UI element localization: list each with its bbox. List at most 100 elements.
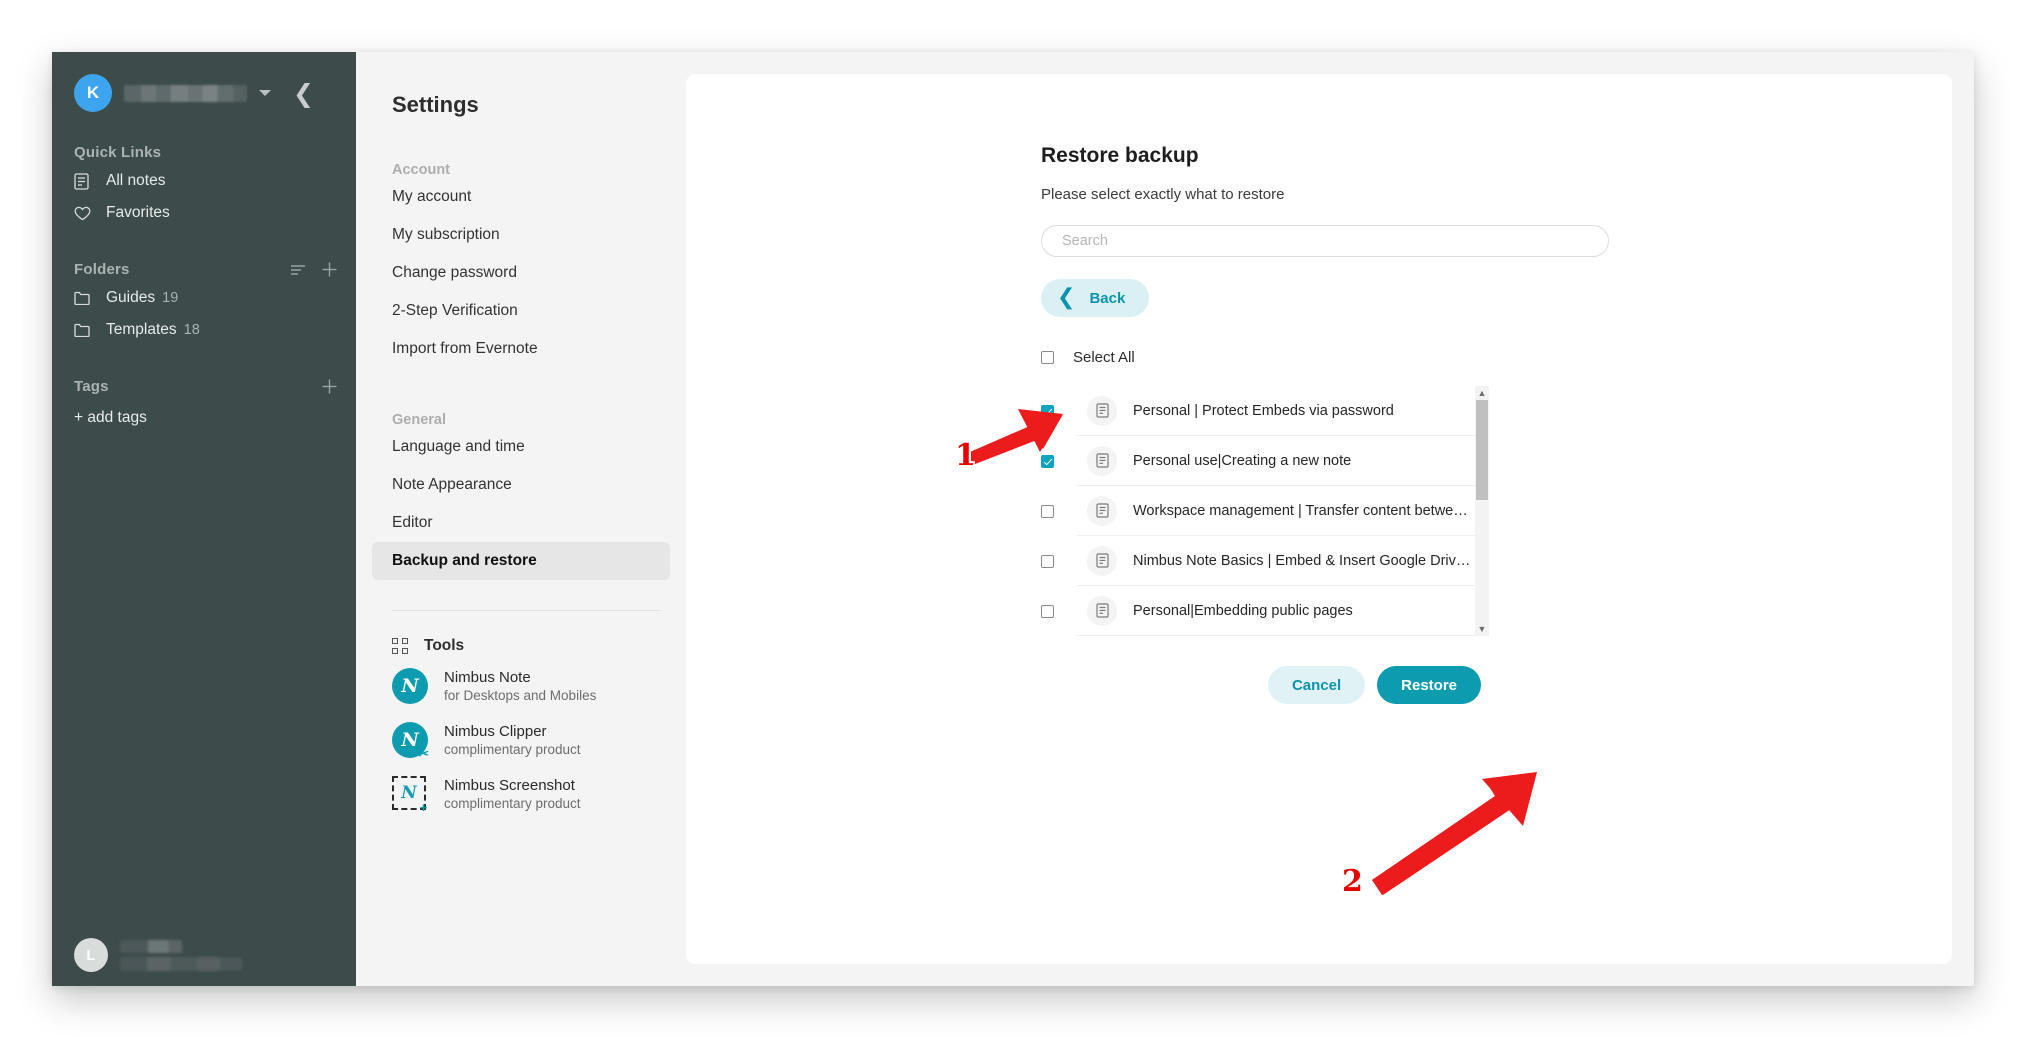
note-doc-icon — [1087, 395, 1117, 426]
scissors-badge-icon: ✂ — [418, 746, 429, 761]
restore-button[interactable]: Restore — [1377, 666, 1481, 704]
folder-icon — [74, 323, 96, 337]
note-checkbox-0[interactable] — [1041, 404, 1054, 418]
nav-item-backup-and-restore[interactable]: Backup and restore — [372, 542, 670, 580]
folders-heading: Folders — [74, 261, 130, 278]
tool-text: Nimbus Screenshot complimentary product — [444, 777, 581, 811]
scrollbar-thumb[interactable] — [1476, 400, 1488, 500]
quick-links-heading: Quick Links — [74, 144, 162, 161]
scroll-down-icon[interactable]: ▼ — [1478, 622, 1487, 636]
restore-backup-subtitle: Please select exactly what to restore — [1041, 186, 1285, 203]
nav-group-account-label: Account — [392, 162, 450, 178]
user-profile-footer[interactable]: L — [52, 938, 356, 972]
tool-text: Nimbus Clipper complimentary product — [444, 723, 581, 757]
nav-item-my-subscription[interactable]: My subscription — [356, 216, 670, 254]
page-title: Settings — [392, 92, 479, 117]
note-checkbox-3[interactable] — [1041, 554, 1054, 568]
sidebar: K ❮ Quick Links All notes Favorites Fold… — [52, 52, 356, 986]
nav-item-change-password[interactable]: Change password — [356, 254, 670, 292]
note-list-item[interactable]: Personal use|Creating a new note — [1077, 436, 1475, 486]
chevron-down-icon[interactable] — [259, 90, 271, 96]
select-all-row[interactable]: Select All — [1041, 349, 1621, 366]
user-name-masked — [120, 939, 182, 953]
note-title: Personal | Protect Embeds via password — [1133, 402, 1394, 419]
settings-nav: Settings Account My account My subscript… — [356, 52, 686, 986]
note-list-item[interactable]: Workspace management | Transfer content … — [1077, 486, 1475, 536]
scroll-up-icon[interactable]: ▲ — [1478, 386, 1487, 400]
note-list-scrollbar[interactable]: ▲ ▼ — [1475, 386, 1489, 636]
nimbus-clipper-icon: N ✂ — [392, 722, 429, 761]
folder-label: Guides — [106, 289, 156, 306]
note-checkbox-1[interactable] — [1041, 454, 1054, 468]
note-doc-icon — [1087, 495, 1117, 526]
note-checkbox-2[interactable] — [1041, 504, 1054, 518]
nav-item-my-account[interactable]: My account — [356, 178, 670, 216]
folder-count: 18 — [183, 322, 200, 338]
sidebar-item-label: Favorites — [106, 204, 170, 221]
note-list-scroller: Personal | Protect Embeds via password P… — [1077, 386, 1475, 636]
workspace-avatar: K — [74, 74, 112, 112]
user-avatar: L — [74, 938, 108, 972]
search-field[interactable] — [1041, 225, 1609, 257]
nimbus-screenshot-icon: N + — [392, 776, 428, 815]
sidebar-item-all-notes[interactable]: All notes — [52, 165, 356, 197]
action-buttons-row: Cancel Restore — [1041, 666, 1481, 704]
tags-header: Tags — [74, 378, 338, 395]
tool-name: Nimbus Screenshot — [444, 777, 575, 794]
restore-backup-title: Restore backup — [1041, 144, 1199, 167]
note-checkbox-cell[interactable] — [1041, 586, 1077, 636]
folder-label: Templates — [106, 321, 177, 338]
sidebar-item-favorites[interactable]: Favorites — [52, 197, 356, 229]
note-list-item[interactable]: Personal|Embedding public pages — [1077, 586, 1475, 636]
note-checkbox-cell[interactable] — [1041, 436, 1077, 486]
note-checkbox-cell[interactable] — [1041, 386, 1077, 436]
nav-item-language-and-time[interactable]: Language and time — [356, 428, 670, 466]
note-checkbox-cell[interactable] — [1041, 486, 1077, 536]
sort-folders-icon[interactable] — [290, 264, 307, 276]
add-tags-button[interactable]: + add tags — [52, 399, 356, 437]
nimbus-note-icon: N — [392, 668, 428, 704]
select-all-label: Select All — [1073, 349, 1135, 366]
tags-heading: Tags — [74, 378, 109, 395]
scrollbar-track[interactable] — [1475, 400, 1489, 622]
note-list-item[interactable]: Nimbus Note Basics | Embed & Insert Goog… — [1077, 536, 1475, 586]
note-list-item[interactable]: Personal | Protect Embeds via password — [1077, 386, 1475, 436]
collapse-sidebar-icon[interactable]: ❮ — [293, 81, 314, 106]
select-all-checkbox[interactable] — [1041, 351, 1054, 364]
note-icon — [74, 172, 96, 190]
app-window: K ❮ Quick Links All notes Favorites Fold… — [52, 52, 1974, 986]
note-title: Personal use|Creating a new note — [1133, 452, 1352, 469]
workspace-switcher[interactable]: K ❮ — [52, 52, 356, 112]
tool-nimbus-screenshot[interactable]: N + Nimbus Screenshot complimentary prod… — [356, 767, 686, 821]
note-checkbox-4[interactable] — [1041, 604, 1054, 618]
nav-item-2-step-verification[interactable]: 2-Step Verification — [356, 292, 670, 330]
sidebar-folder-templates[interactable]: Templates 18 — [52, 314, 356, 346]
folder-icon — [74, 291, 96, 305]
note-title: Personal|Embedding public pages — [1133, 602, 1353, 619]
back-button[interactable]: ❮ Back — [1041, 279, 1150, 317]
tool-name: Nimbus Clipper — [444, 723, 547, 740]
nav-item-editor[interactable]: Editor — [356, 504, 670, 542]
note-checkbox-cell[interactable] — [1041, 536, 1077, 586]
add-tag-icon[interactable] — [321, 378, 338, 395]
heart-icon — [74, 206, 96, 221]
main-content-card: Restore backup Please select exactly wha… — [686, 74, 1952, 964]
sidebar-folder-guides[interactable]: Guides 19 — [52, 282, 356, 314]
add-folder-icon[interactable] — [321, 261, 338, 278]
nimbus-logo-glyph: N — [392, 668, 428, 704]
tools-header: Tools — [392, 637, 686, 655]
annotation-step-2: 2 — [1342, 864, 1363, 899]
tool-subtitle: for Desktops and Mobiles — [444, 688, 597, 703]
nav-item-note-appearance[interactable]: Note Appearance — [356, 466, 670, 504]
folders-header: Folders — [74, 261, 338, 278]
divider — [392, 610, 660, 611]
cancel-button[interactable]: Cancel — [1267, 666, 1366, 704]
user-details-masked — [120, 939, 242, 971]
tool-nimbus-note[interactable]: N Nimbus Note for Desktops and Mobiles — [356, 659, 686, 713]
nav-item-import-from-evernote[interactable]: Import from Evernote — [356, 330, 670, 368]
plus-badge-icon: + — [419, 800, 428, 815]
note-title: Workspace management | Transfer content … — [1133, 502, 1475, 519]
note-doc-icon — [1087, 445, 1117, 476]
tool-nimbus-clipper[interactable]: N ✂ Nimbus Clipper complimentary product — [356, 713, 686, 767]
search-input[interactable] — [1060, 232, 1590, 250]
